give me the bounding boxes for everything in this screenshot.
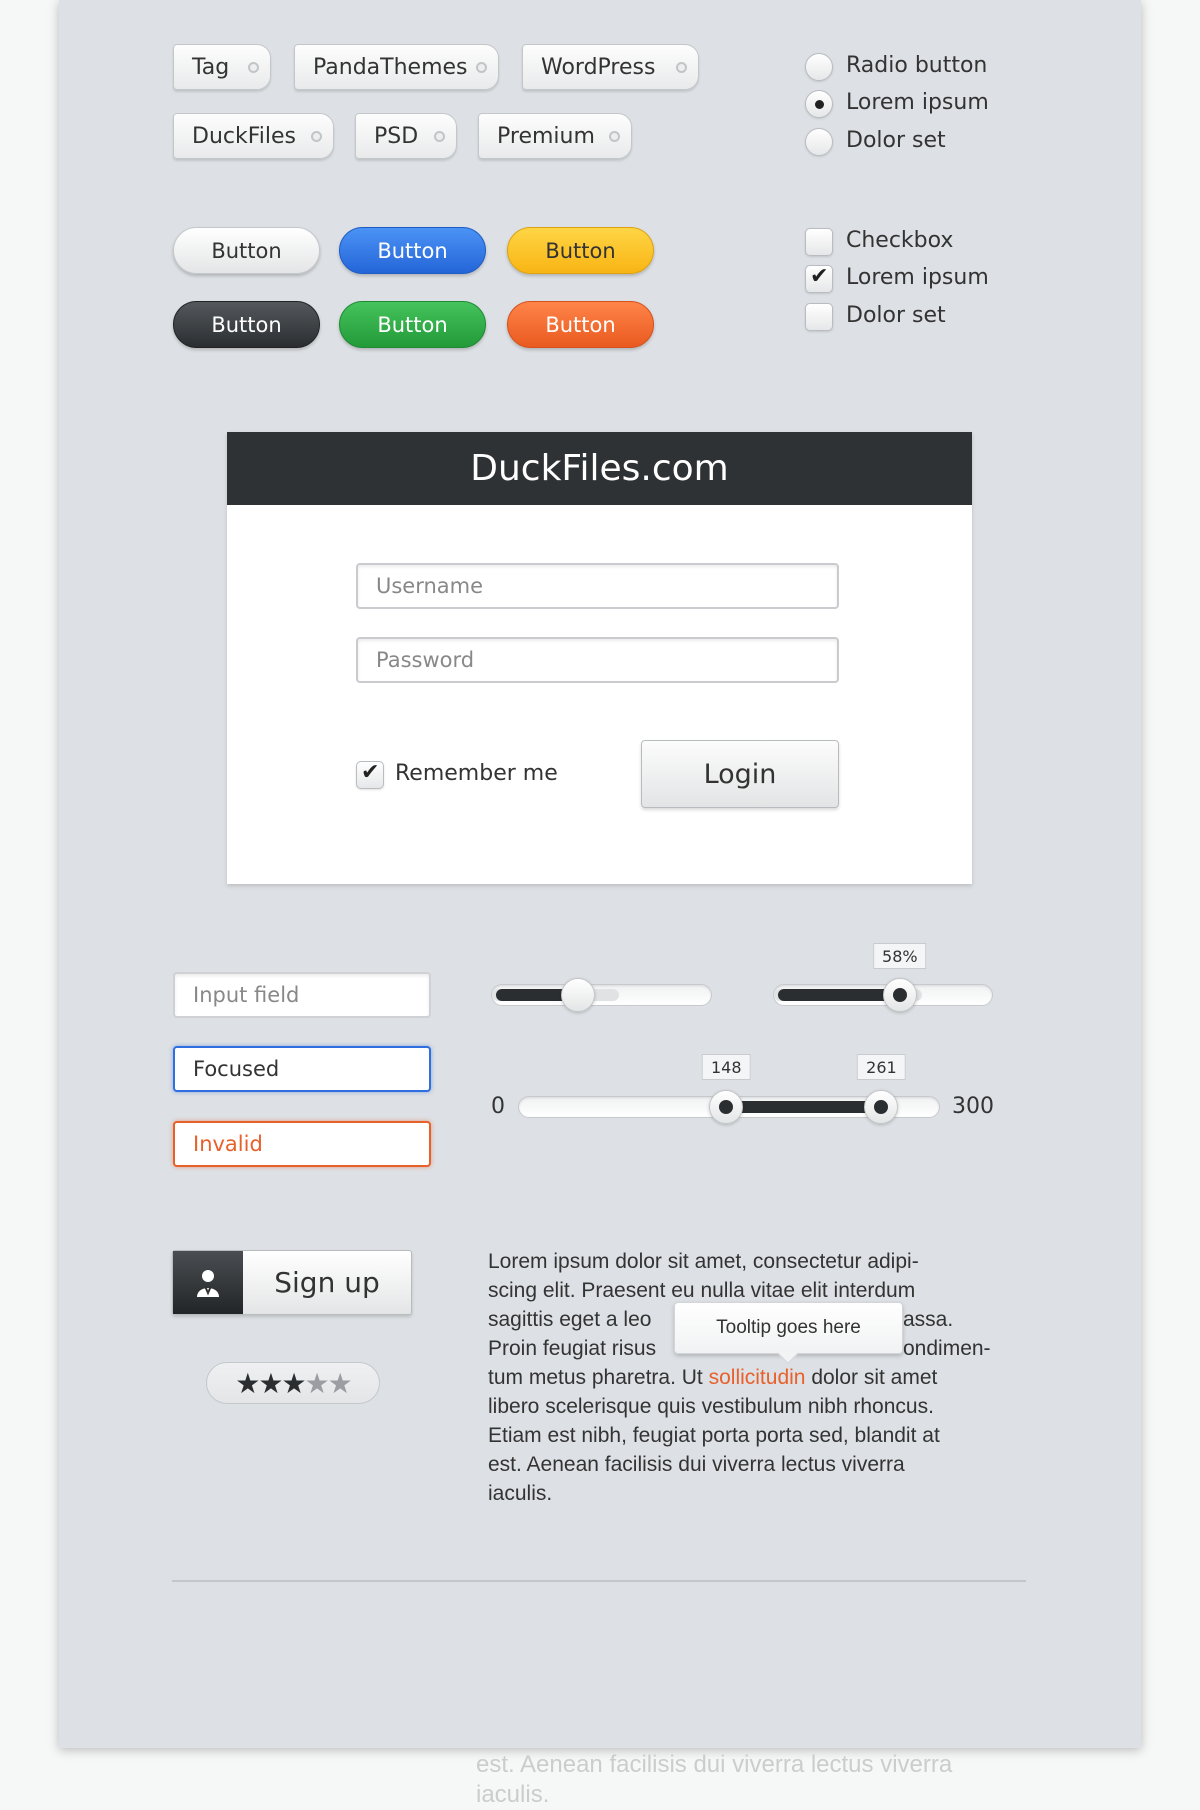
handle-dot-icon bbox=[719, 1100, 734, 1114]
paragraph-line: tum metus pharetra. Ut sollicitudin dolo… bbox=[488, 1363, 1028, 1392]
tag-hole-icon bbox=[609, 131, 620, 142]
radio-2[interactable] bbox=[805, 128, 833, 156]
remember-me-checkbox[interactable]: ✔ bbox=[356, 760, 384, 789]
tag-premium[interactable]: Premium bbox=[478, 113, 632, 159]
text: assa. bbox=[903, 1308, 954, 1331]
star-icon[interactable]: ★ bbox=[305, 1367, 330, 1400]
star-icon[interactable]: ★ bbox=[281, 1367, 306, 1400]
paragraph-line: Etiam est nibh, feugiat porta porta sed,… bbox=[488, 1424, 940, 1447]
range-low-handle[interactable] bbox=[709, 1090, 744, 1124]
star-icon[interactable]: ★ bbox=[328, 1367, 353, 1400]
paragraph-line: libero scelerisque quis vestibulum nibh … bbox=[488, 1395, 934, 1418]
radio-label: Radio button bbox=[846, 53, 988, 78]
button-yellow[interactable]: Button bbox=[507, 227, 654, 274]
tag-wordpress[interactable]: WordPress bbox=[522, 44, 699, 90]
checkbox-1[interactable]: ✔ bbox=[805, 264, 833, 293]
range-max-label: 300 bbox=[952, 1094, 994, 1119]
text: ondimen- bbox=[903, 1337, 991, 1360]
tooltip-text: Tooltip goes here bbox=[716, 1317, 861, 1338]
tag-label: WordPress bbox=[541, 54, 656, 80]
tag-hole-icon bbox=[434, 131, 445, 142]
tag-label: Premium bbox=[497, 123, 595, 149]
checkbox-label: Lorem ipsum bbox=[846, 265, 989, 290]
button-dark[interactable]: Button bbox=[173, 301, 320, 348]
button-orange[interactable]: Button bbox=[507, 301, 654, 348]
user-icon bbox=[173, 1251, 243, 1314]
slider-handle[interactable] bbox=[882, 978, 917, 1012]
slider-fill bbox=[778, 989, 900, 1001]
tooltip: Tooltip goes here bbox=[674, 1302, 903, 1364]
range-fill bbox=[726, 1101, 882, 1113]
button-white[interactable]: Button bbox=[173, 227, 320, 274]
handle-dot-icon bbox=[874, 1100, 889, 1114]
body-paragraph: Lorem ipsum dolor sit amet, consectetur … bbox=[488, 1247, 1028, 1508]
radio-0[interactable] bbox=[805, 53, 833, 81]
range-high-value: 261 bbox=[857, 1054, 906, 1080]
range-low-value: 148 bbox=[701, 1054, 751, 1080]
tag-hole-icon bbox=[248, 62, 259, 73]
sign-up-button[interactable]: Sign up bbox=[172, 1250, 412, 1315]
paragraph-line: iaculis. bbox=[488, 1482, 553, 1505]
button-blue[interactable]: Button bbox=[339, 227, 486, 274]
tag-pandathemes[interactable]: PandaThemes bbox=[294, 44, 499, 90]
sollicitudin-link[interactable]: sollicitudin bbox=[709, 1366, 806, 1389]
slider-1[interactable] bbox=[491, 978, 712, 1012]
slider-2[interactable]: 58% bbox=[773, 943, 993, 1012]
login-title: DuckFiles.com bbox=[227, 432, 972, 505]
sign-up-label: Sign up bbox=[274, 1266, 380, 1299]
tag-tag[interactable]: Tag bbox=[173, 44, 271, 90]
text: sagittis eget a leo bbox=[488, 1308, 652, 1331]
tag-psd[interactable]: PSD bbox=[355, 113, 457, 159]
login-card: DuckFiles.com Username Password ✔ Rememb… bbox=[227, 432, 972, 884]
tag-label: PandaThemes bbox=[313, 54, 468, 80]
handle-dot-icon bbox=[892, 988, 907, 1002]
focused-input[interactable]: Focused bbox=[173, 1046, 431, 1092]
star-rating[interactable]: ★ ★ ★ ★ ★ bbox=[206, 1362, 380, 1404]
paragraph-line: scing elit. Praesent eu nulla vitae elit… bbox=[488, 1279, 916, 1302]
text: dolor sit amet bbox=[805, 1366, 938, 1389]
checkbox-2[interactable] bbox=[805, 303, 833, 331]
login-button[interactable]: Login bbox=[641, 740, 839, 808]
reflection-line: est. Aenean facilisis dui viverra lectus… bbox=[476, 1751, 953, 1778]
button-green[interactable]: Button bbox=[339, 301, 486, 348]
reflection-line: iaculis. bbox=[476, 1781, 550, 1808]
checkbox-label: Checkbox bbox=[846, 228, 954, 253]
checkbox-label: Dolor set bbox=[846, 303, 946, 328]
slider-value-label: 58% bbox=[873, 943, 927, 969]
invalid-input[interactable]: Invalid bbox=[173, 1121, 431, 1167]
remember-me-label: Remember me bbox=[395, 761, 558, 786]
text: tum metus pharetra. Ut bbox=[488, 1366, 709, 1389]
range-min-label: 0 bbox=[491, 1094, 505, 1119]
star-icon[interactable]: ★ bbox=[258, 1367, 283, 1400]
radio-1[interactable] bbox=[805, 90, 833, 118]
checkbox-0[interactable] bbox=[805, 228, 833, 256]
tag-hole-icon bbox=[676, 62, 687, 73]
range-slider[interactable]: 148 261 bbox=[518, 1054, 940, 1124]
radio-dot-icon bbox=[815, 100, 824, 109]
star-icon[interactable]: ★ bbox=[235, 1367, 260, 1400]
divider bbox=[172, 1580, 1026, 1582]
username-input[interactable]: Username bbox=[356, 563, 839, 609]
text: Proin feugiat risus bbox=[488, 1337, 657, 1360]
input-field[interactable]: Input field bbox=[173, 972, 431, 1018]
tag-label: Tag bbox=[192, 54, 230, 80]
tag-hole-icon bbox=[311, 131, 322, 142]
password-input[interactable]: Password bbox=[356, 637, 839, 683]
paragraph-line: est. Aenean facilisis dui viverra lectus… bbox=[488, 1453, 905, 1476]
checkmark-icon: ✔ bbox=[810, 264, 829, 289]
tag-hole-icon bbox=[476, 62, 487, 73]
tag-duckfiles[interactable]: DuckFiles bbox=[173, 113, 334, 159]
checkmark-icon: ✔ bbox=[361, 760, 380, 785]
tag-label: DuckFiles bbox=[192, 123, 296, 149]
radio-label: Lorem ipsum bbox=[846, 90, 989, 115]
paragraph-line: Lorem ipsum dolor sit amet, consectetur … bbox=[488, 1250, 919, 1273]
radio-label: Dolor set bbox=[846, 128, 946, 153]
tag-label: PSD bbox=[374, 123, 419, 149]
reflection: est. Aenean facilisis dui viverra lectus… bbox=[476, 1750, 952, 1810]
